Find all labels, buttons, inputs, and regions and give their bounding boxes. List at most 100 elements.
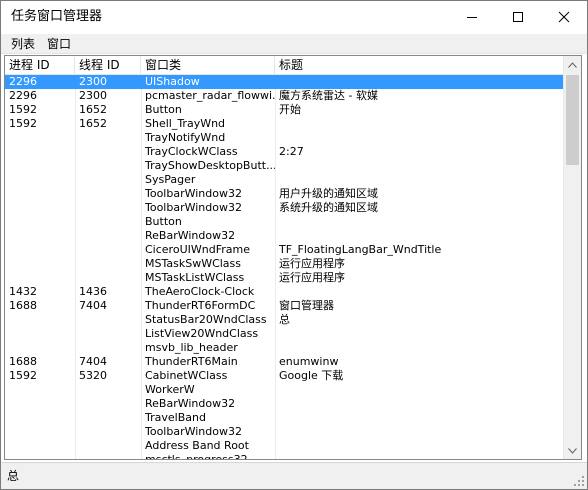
process-id-cell: [5, 257, 75, 271]
maximize-icon: [513, 11, 523, 22]
process-id-cell: [5, 425, 75, 439]
title-cell: [275, 75, 563, 89]
window-class-cell: CabinetWClass: [145, 369, 228, 382]
thread-id-cell: [75, 215, 141, 229]
list-rows: 2296 2300 UIShadow 2296 2300 pcmaster_radar_f…: [5, 75, 563, 459]
window-class-cell: CiceroUIWndFrame: [145, 243, 250, 256]
title-cell: enumwinw: [279, 355, 339, 368]
process-id-cell: [5, 173, 75, 187]
title-cell: Google 下载: [279, 369, 344, 382]
menu-list[interactable]: 列表: [7, 36, 39, 52]
title-cell: [275, 425, 563, 439]
thread-id-cell: 2300: [79, 89, 107, 102]
process-id-cell: 1432: [9, 285, 37, 298]
table-row[interactable]: MSTaskListWClass 运行应用程序: [5, 271, 563, 285]
window-class-cell: ToolbarWindow32: [145, 201, 242, 214]
title-bar[interactable]: 任务窗口管理器: [1, 1, 587, 33]
table-row[interactable]: 1688 7404 ThunderRT6FormDC 窗口管理器: [5, 299, 563, 313]
column-header-title[interactable]: 标题: [275, 56, 563, 75]
window-class-cell: Button: [145, 215, 182, 228]
table-row[interactable]: 1592 1652 Button 开始: [5, 103, 563, 117]
maximize-button[interactable]: [495, 1, 541, 32]
table-row[interactable]: SysPager: [5, 173, 563, 187]
window-class-cell: Button: [145, 103, 182, 116]
status-text: 总: [7, 469, 20, 483]
table-row[interactable]: 2296 2300 pcmaster_radar_flowwi... 魔方系统雷达 -…: [5, 89, 563, 103]
column-header-window-class[interactable]: 窗口类: [141, 56, 275, 75]
table-row[interactable]: 1592 5320 CabinetWClass Google 下载: [5, 369, 563, 383]
process-id-cell: [5, 271, 75, 285]
table-row[interactable]: Button: [5, 215, 563, 229]
table-row[interactable]: 1688 7404 ThunderRT6Main enumwinw: [5, 355, 563, 369]
thread-id-cell: 5320: [79, 369, 107, 382]
table-row[interactable]: TrayNotifyWnd: [5, 131, 563, 145]
title-cell: 2:27: [279, 145, 304, 158]
process-id-cell: 1688: [9, 355, 37, 368]
vertical-scrollbar[interactable]: [563, 56, 581, 459]
thread-id-cell: 1436: [79, 285, 107, 298]
title-cell: TF_FloatingLangBar_WndTitle: [279, 243, 442, 256]
window-class-cell: ToolbarWindow32: [145, 425, 242, 438]
table-row[interactable]: TravelBand: [5, 411, 563, 425]
thread-id-cell: [75, 411, 141, 425]
window-list-view[interactable]: 进程 ID 线程 ID 窗口类 标题 2296 2300 UIShadow 2296 2…: [4, 55, 582, 460]
window-class-cell: ToolbarWindow32: [145, 187, 242, 200]
close-button[interactable]: [541, 1, 587, 32]
table-row[interactable]: Address Band Root: [5, 439, 563, 453]
thread-id-cell: 2300: [79, 75, 107, 88]
thread-id-cell: [75, 313, 141, 327]
process-id-cell: [5, 187, 75, 201]
table-row[interactable]: ReBarWindow32: [5, 397, 563, 411]
column-header-process-id[interactable]: 进程 ID: [5, 56, 75, 75]
column-header-thread-id[interactable]: 线程 ID: [75, 56, 141, 75]
scroll-down-button[interactable]: [564, 442, 581, 459]
table-row[interactable]: TrayShowDesktopButt...: [5, 159, 563, 173]
table-row[interactable]: ToolbarWindow32: [5, 425, 563, 439]
list-header: 进程 ID 线程 ID 窗口类 标题: [5, 56, 563, 75]
table-row[interactable]: ReBarWindow32: [5, 229, 563, 243]
table-row[interactable]: 1432 1436 TheAeroClock-Clock: [5, 285, 563, 299]
table-row[interactable]: ToolbarWindow32 用户升级的通知区域: [5, 187, 563, 201]
window-class-cell: TrayNotifyWnd: [145, 131, 226, 144]
table-row[interactable]: CiceroUIWndFrame TF_FloatingLangBar_WndTi…: [5, 243, 563, 257]
title-cell: [275, 215, 563, 229]
scroll-up-button[interactable]: [564, 56, 581, 73]
window-class-cell: TrayClockWClass: [145, 145, 238, 158]
menu-window[interactable]: 窗口: [43, 36, 75, 52]
table-row[interactable]: 1592 1652 Shell_TrayWnd: [5, 117, 563, 131]
thread-id-cell: [75, 131, 141, 145]
thread-id-cell: 1652: [79, 117, 107, 130]
thread-id-cell: [75, 439, 141, 453]
process-id-cell: 2296: [9, 75, 37, 88]
process-id-cell: [5, 313, 75, 327]
table-row[interactable]: MSTaskSwWClass 运行应用程序: [5, 257, 563, 271]
title-cell: [275, 285, 563, 299]
process-id-cell: [5, 243, 75, 257]
resize-grip-icon[interactable]: [573, 475, 585, 487]
title-cell: 运行应用程序: [279, 271, 345, 284]
process-id-cell: [5, 229, 75, 243]
table-row[interactable]: 2296 2300 UIShadow: [5, 75, 563, 89]
table-row[interactable]: ListView20WndClass: [5, 327, 563, 341]
title-cell: 系统升级的通知区域: [279, 201, 378, 214]
status-bar: 总: [1, 462, 587, 489]
table-row[interactable]: WorkerW: [5, 383, 563, 397]
main-window: 任务窗口管理器 列表 窗口 进程 ID 线程 ID 窗口类 标题 2296 230…: [0, 0, 588, 490]
thread-id-cell: [75, 145, 141, 159]
process-id-cell: [5, 215, 75, 229]
process-id-cell: 1592: [9, 103, 37, 116]
minimize-button[interactable]: [449, 1, 495, 32]
table-row[interactable]: msvb_lib_header: [5, 341, 563, 355]
scroll-thumb[interactable]: [566, 75, 579, 165]
table-row[interactable]: msctls_progress32: [5, 453, 563, 459]
table-row[interactable]: TrayClockWClass 2:27: [5, 145, 563, 159]
table-row[interactable]: ToolbarWindow32 系统升级的通知区域: [5, 201, 563, 215]
process-id-cell: [5, 145, 75, 159]
thread-id-cell: [75, 201, 141, 215]
table-row[interactable]: StatusBar20WndClass 总: [5, 313, 563, 327]
window-class-cell: pcmaster_radar_flowwi...: [145, 89, 275, 102]
thread-id-cell: [75, 327, 141, 341]
window-class-cell: TheAeroClock-Clock: [145, 285, 255, 298]
thread-id-cell: [75, 425, 141, 439]
thread-id-cell: [75, 173, 141, 187]
